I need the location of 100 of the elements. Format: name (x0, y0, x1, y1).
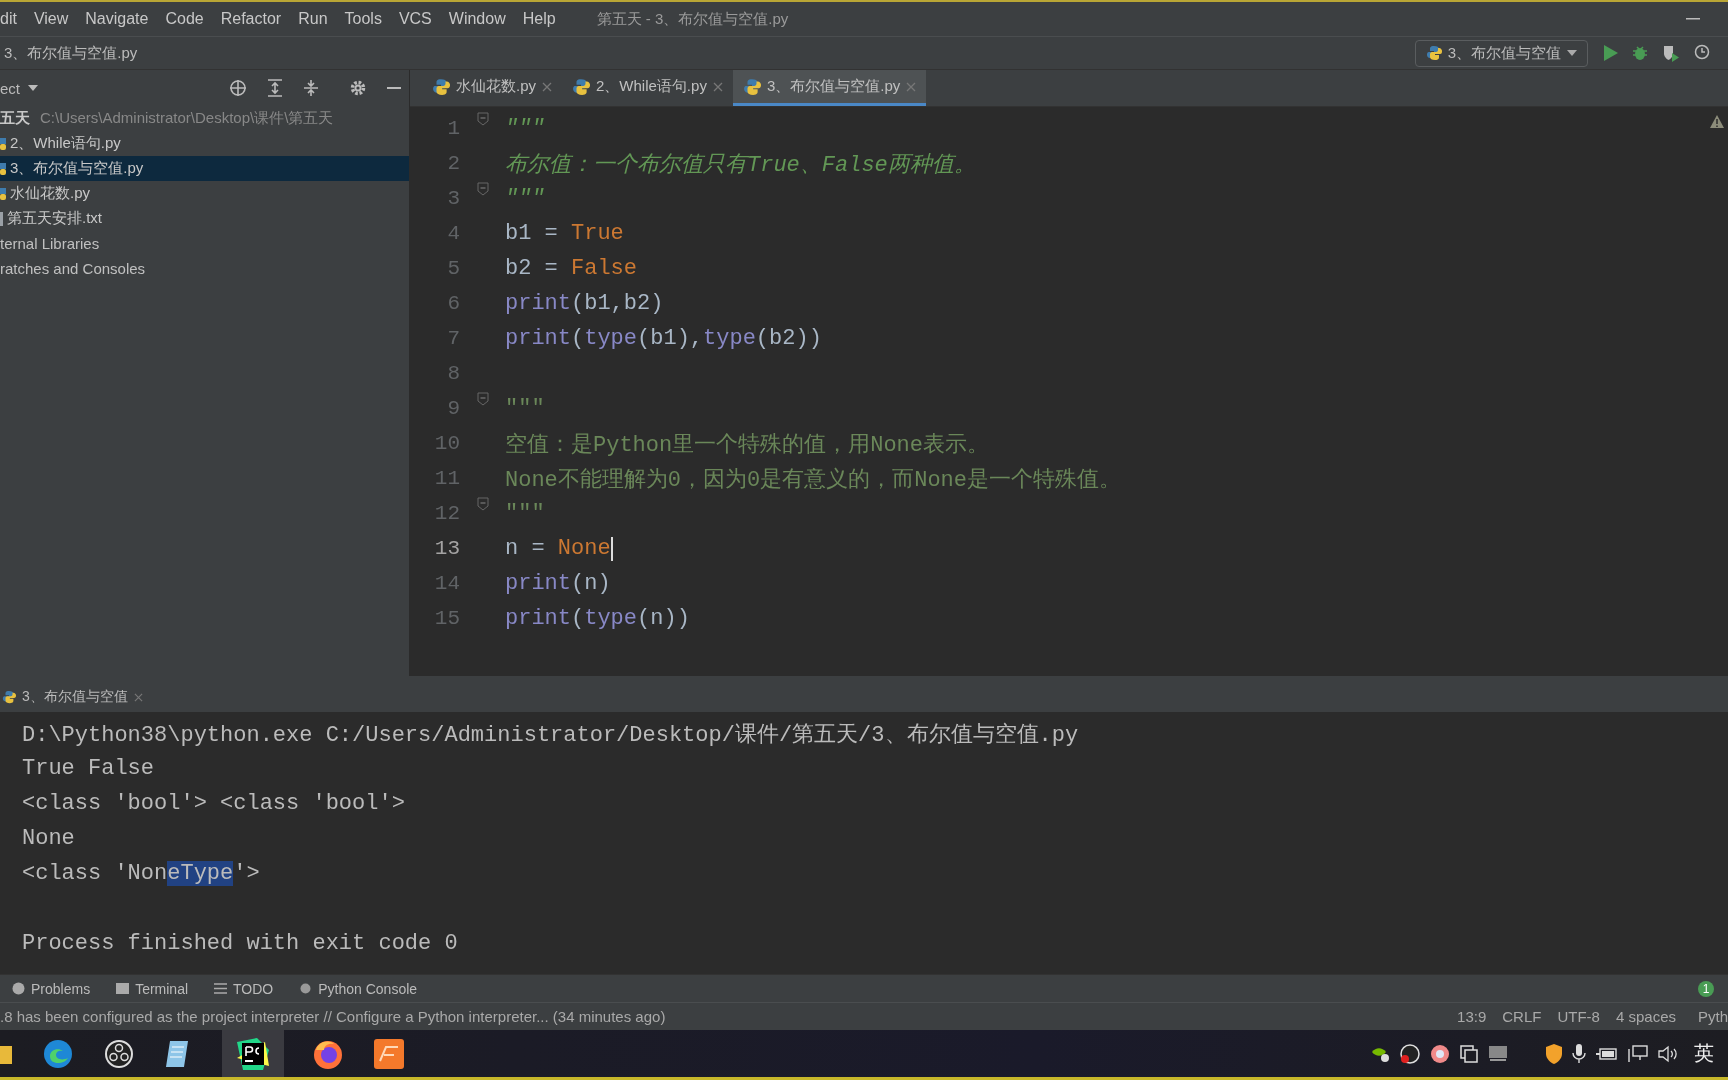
code-line: 空值：是Python里一个特殊的值，用None表示。 (505, 431, 990, 459)
code-line: print(type(n)) (505, 606, 690, 631)
caret-icon (1567, 50, 1577, 56)
line-number: 1 (446, 117, 460, 140)
text-file-icon (0, 211, 3, 226)
network-icon[interactable] (1628, 1044, 1648, 1063)
event-log-badge[interactable]: 1 (1698, 980, 1714, 997)
console-line: <class 'bool'> <class 'bool'> (22, 791, 405, 816)
python-file-icon (0, 187, 6, 200)
indent-setting[interactable]: 4 spaces (1615, 1008, 1676, 1025)
interpreter-setting[interactable]: Pyth (1698, 1008, 1728, 1025)
line-number: 2 (446, 152, 460, 175)
console-line: True False (22, 756, 155, 781)
code-line: b1 = True (505, 221, 624, 246)
console-line: D:\Python38\python.exe C:/Users/Administrator/Desktop/课件/第五天/3、布尔值与空值.py (22, 721, 1079, 749)
menu-item[interactable]: Refactor (220, 10, 291, 28)
project-path: C:\Users\Administrator\Desktop\课件\第五天 (40, 109, 334, 128)
monitor-icon[interactable] (1488, 1044, 1508, 1063)
line-number: 10 (433, 432, 460, 455)
tool-window-tab[interactable]: Terminal (116, 980, 189, 997)
menu-item[interactable]: dit (0, 10, 26, 28)
line-number: 15 (433, 607, 460, 630)
code-line: 布尔值：一个布尔值只有True、False两种值。 (505, 151, 976, 179)
menu-item[interactable]: Window (448, 10, 515, 28)
tree-item[interactable]: 水仙花数.py (0, 181, 409, 206)
code-line: n = None (505, 536, 613, 561)
line-number: 14 (433, 572, 460, 595)
editor-tab[interactable]: 水仙花数.py (422, 70, 562, 106)
warning-icon[interactable] (1710, 115, 1724, 128)
python-file-icon (0, 162, 6, 175)
menu-item[interactable]: Help (522, 10, 565, 28)
code-line: """ (505, 116, 545, 141)
python-icon (742, 77, 761, 96)
code-line: print(n) (505, 571, 611, 596)
line-number: 3 (446, 187, 460, 210)
menu-item[interactable]: Run (298, 10, 337, 28)
shield-icon[interactable] (1546, 1043, 1562, 1064)
battery-icon[interactable] (1596, 1046, 1618, 1061)
run-icon[interactable] (1604, 45, 1618, 61)
locate-icon[interactable] (229, 79, 247, 97)
breadcrumb[interactable]: 3、布尔值与空值.py (0, 43, 138, 63)
tree-item[interactable]: ternal Libraries (0, 231, 409, 256)
browser-icon[interactable] (42, 1037, 74, 1070)
caret-icon[interactable] (28, 85, 38, 91)
console-line: Process finished with exit code 0 (22, 931, 458, 956)
line-number: 4 (446, 222, 460, 245)
project-panel-title[interactable]: ect (0, 79, 20, 97)
tree-item[interactable]: 2、While语句.py (0, 131, 409, 156)
volume-icon[interactable] (1658, 1044, 1678, 1063)
gpu-icon[interactable] (1372, 1045, 1390, 1062)
code-line: """ (505, 396, 545, 421)
aperture-icon[interactable] (104, 1038, 134, 1069)
line-number: 7 (446, 327, 460, 350)
run-configuration-dropdown[interactable]: 3、布尔值与空值 (1414, 39, 1588, 67)
tool-window-tab[interactable]: TODO (214, 980, 274, 997)
tool-icon (116, 982, 130, 995)
pdf-app-icon[interactable] (374, 1038, 404, 1069)
settings-icon[interactable] (349, 79, 367, 97)
windows-icon[interactable] (1460, 1044, 1478, 1063)
line-number: 9 (446, 397, 460, 420)
line-number: 13 (433, 537, 460, 560)
status-message: .8 has been configured as the project interpreter // Configure a Python interpreter... (34 minutes ago) (0, 1008, 666, 1025)
shield-icon[interactable] (1662, 44, 1680, 62)
code-line: """ (505, 186, 545, 211)
collapse-all-icon[interactable] (303, 79, 319, 97)
cursor-position[interactable]: 13:9 (1457, 1008, 1487, 1025)
recording-icon[interactable] (1400, 1043, 1420, 1064)
python-icon (1425, 45, 1442, 61)
microphone-icon[interactable] (1572, 1043, 1586, 1064)
code-line: print(b1,b2) (505, 291, 664, 316)
menu-item[interactable]: Tools (344, 10, 391, 28)
code-line: """ (505, 501, 545, 526)
ide-app-icon[interactable] (237, 1037, 269, 1070)
menu-item[interactable]: View (33, 10, 78, 28)
code-line: print(type(b1),type(b2)) (505, 326, 822, 351)
line-number: 12 (433, 502, 460, 525)
tree-item[interactable]: ratches and Consoles (0, 256, 409, 281)
input-language[interactable]: 英 (1694, 1040, 1714, 1067)
file-encoding[interactable]: UTF-8 (1557, 1008, 1600, 1025)
menu-item[interactable]: Navigate (85, 10, 158, 28)
console-line: None (22, 826, 75, 851)
menu-item[interactable]: VCS (398, 10, 441, 28)
run-tab[interactable]: 3、布尔值与空值 (0, 688, 151, 706)
tool-window-tab[interactable]: Problems (12, 980, 91, 997)
expand-all-icon[interactable] (267, 79, 283, 97)
tree-item[interactable]: 3、布尔值与空值.py (0, 156, 409, 181)
console-line: <class 'NoneType'> (22, 861, 260, 886)
clock-icon[interactable] (1694, 44, 1710, 62)
bug-icon[interactable] (1632, 45, 1648, 61)
line-number: 5 (446, 257, 460, 280)
code-line: b2 = False (505, 256, 638, 281)
tool-window-tab[interactable]: Python Console (299, 980, 418, 997)
editor-tab[interactable]: 3、布尔值与空值.py (732, 70, 927, 106)
line-ending[interactable]: CRLF (1502, 1008, 1542, 1025)
menu-item[interactable]: Code (165, 10, 213, 28)
line-number: 6 (446, 292, 460, 315)
project-root[interactable]: 五天 (0, 109, 30, 128)
line-number: 11 (433, 467, 460, 490)
tree-item[interactable]: 第五天安排.txt (0, 206, 409, 231)
editor-tab[interactable]: 2、While语句.py (562, 70, 733, 106)
